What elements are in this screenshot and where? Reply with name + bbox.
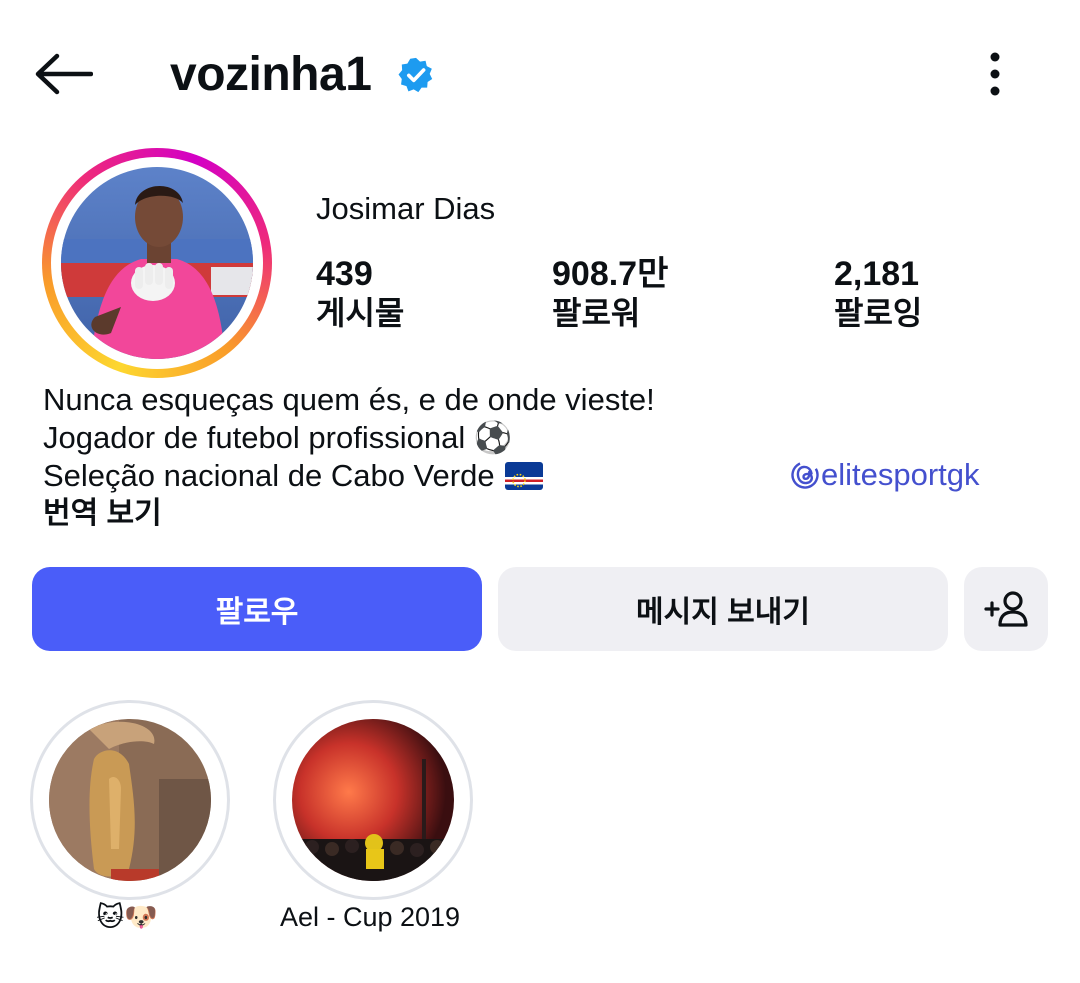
suggested-accounts-button[interactable] <box>964 567 1048 651</box>
page-title: vozinha1 <box>170 48 372 101</box>
stat-followers-count: 908.7만 <box>552 255 669 293</box>
stat-posts-label: 게시물 <box>316 295 405 331</box>
bio-line: Nunca esqueças quem és, e de onde vieste… <box>43 382 655 417</box>
follow-button[interactable]: 팔로우 <box>32 567 482 651</box>
bio-line: Jogador de futebol profissional ⚽ <box>43 420 513 455</box>
more-options-button[interactable] <box>970 46 1020 102</box>
stat-following[interactable]: 2,181 팔로잉 <box>834 254 922 332</box>
highlight-cover-image <box>49 719 211 881</box>
bio-line-text: Seleção nacional de Cabo Verde <box>43 458 495 493</box>
message-button[interactable]: 메시지 보내기 <box>498 567 948 651</box>
avatar[interactable] <box>42 148 272 378</box>
story-highlight[interactable]: 🐱🐶 <box>30 700 230 934</box>
stat-followers[interactable]: 908.7만 팔로워 <box>552 254 668 332</box>
more-vertical-icon <box>990 52 1000 96</box>
highlight-cover-ring[interactable] <box>30 700 230 900</box>
stat-following-count: 2,181 <box>834 255 920 293</box>
follow-button-label: 팔로우 <box>215 596 299 629</box>
verified-badge-icon <box>398 57 433 93</box>
stat-following-label: 팔로잉 <box>834 295 923 331</box>
story-highlight[interactable]: Ael - Cup 2019 <box>273 700 473 934</box>
message-button-label: 메시지 보내기 <box>636 596 810 629</box>
highlight-label: 🐱🐶 <box>96 902 158 932</box>
highlight-cover-ring[interactable] <box>273 700 473 900</box>
highlight-cover-image <box>292 719 454 881</box>
highlight-label: Ael - Cup 2019 <box>279 902 461 932</box>
stat-followers-label: 팔로워 <box>552 295 641 331</box>
stat-posts-count: 439 <box>316 255 373 293</box>
cape-verde-flag-icon <box>504 462 543 490</box>
arrow-left-icon <box>35 53 93 95</box>
back-button[interactable] <box>30 44 96 104</box>
threads-icon <box>791 461 819 489</box>
add-person-icon <box>984 591 1028 627</box>
avatar-photo <box>61 167 253 359</box>
profile-full-name: Josimar Dias <box>316 191 496 226</box>
see-translation-link[interactable]: 번역 보기 <box>43 494 162 534</box>
threads-handle: elitesportgk <box>821 457 980 492</box>
bio-line-national-team: Seleção nacional de Cabo Verde <box>43 457 543 495</box>
stat-posts[interactable]: 439 게시물 <box>316 254 404 332</box>
threads-link[interactable]: elitesportgk <box>791 456 980 494</box>
